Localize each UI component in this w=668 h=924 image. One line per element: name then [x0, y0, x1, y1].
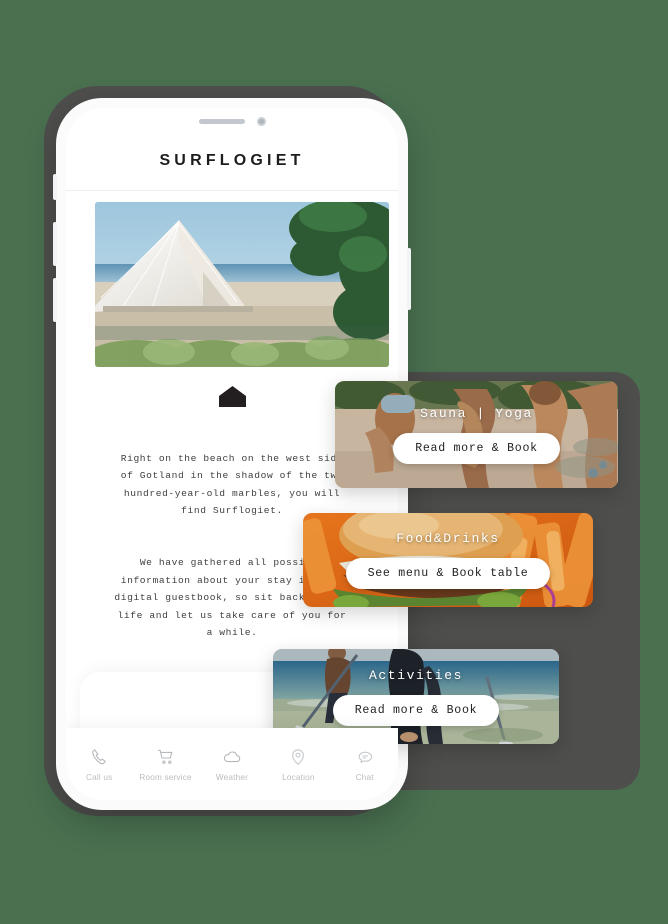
hero-image [95, 202, 389, 367]
nav-item-weather[interactable]: Weather [202, 747, 262, 782]
promo-card-button[interactable]: Read more & Book [332, 694, 500, 726]
promo-card-button[interactable]: See menu & Book table [345, 558, 551, 589]
promo-card-title: Activities [368, 667, 463, 683]
promo-card-title: Sauna | Yoga [420, 405, 533, 421]
paragraph-1: Right on the beach on the west side of G… [120, 452, 344, 517]
phone-icon [89, 747, 109, 767]
promo-card-sauna-yoga[interactable]: Sauna | Yoga Read more & Book [335, 381, 618, 488]
nav-item-chat[interactable]: Chat [335, 747, 395, 782]
nav-label: Location [282, 772, 315, 782]
shopping-cart-icon [156, 747, 176, 767]
front-camera-icon [256, 116, 266, 126]
volume-up-button[interactable] [53, 222, 57, 266]
cloud-icon [221, 747, 243, 767]
nav-label: Weather [215, 772, 249, 782]
power-button[interactable] [407, 248, 411, 310]
volume-down-button[interactable] [53, 278, 57, 322]
stage: SURFLOGIET Right on the beach on the wes… [0, 0, 668, 924]
page-title: SURFLOGIET [159, 152, 305, 169]
speaker-slot-icon [198, 118, 245, 124]
bottom-navigation: Call us Room service Weather Location Ch… [66, 728, 398, 800]
nav-label: Call us [85, 772, 113, 782]
nav-item-room-service[interactable]: Room service [136, 747, 196, 782]
phone-notch [146, 108, 318, 134]
promo-card-food-drinks[interactable]: Food&Drinks See menu & Book table [303, 513, 593, 607]
nav-label: Chat [355, 772, 374, 782]
map-pin-icon [288, 747, 308, 767]
nav-item-location[interactable]: Location [268, 747, 328, 782]
header-divider [66, 190, 398, 191]
mute-switch[interactable] [53, 174, 57, 200]
chat-bubbles-icon [354, 747, 376, 767]
promo-card-title: Food&Drinks [396, 531, 500, 546]
nav-label: Room service [139, 772, 192, 782]
nav-item-call-us[interactable]: Call us [69, 747, 129, 782]
promo-card-button[interactable]: Read more & Book [393, 432, 560, 464]
